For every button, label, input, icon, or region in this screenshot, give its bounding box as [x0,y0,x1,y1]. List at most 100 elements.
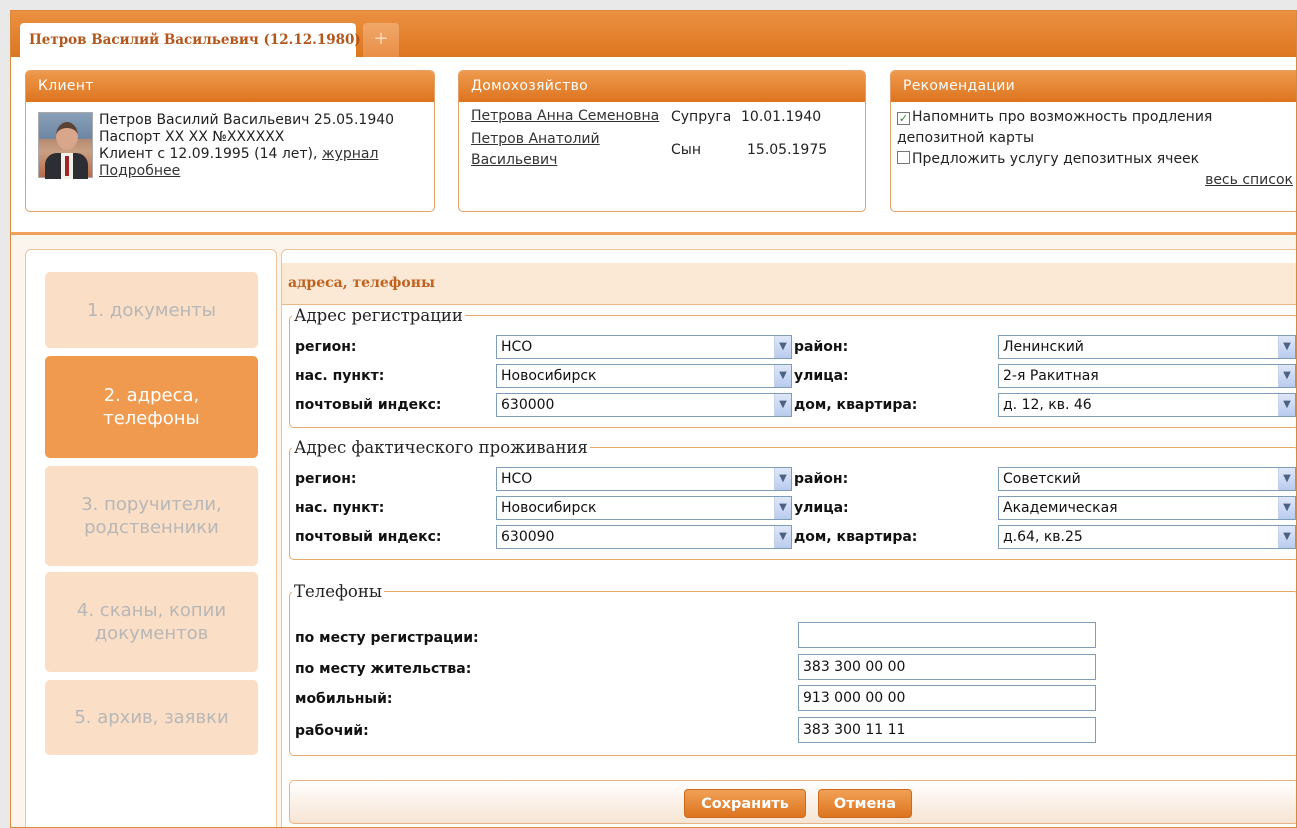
household-member-date: 10.01.1940 [741,108,822,125]
recommendation-item: ✓ Напомнить про возможность продления деп… [897,107,1293,149]
address-form: адреса, телефоны Адрес регистрации регио… [281,249,1296,827]
select-value: НСО [501,339,533,355]
registration-region-select[interactable]: НСО ▼ [496,335,792,359]
phone-mobile-input[interactable]: 913 000 00 00 [798,685,1096,711]
locality-label: нас. пункт: [295,500,385,516]
nav-step-addresses[interactable]: 2. адреса, телефоны [45,356,258,458]
section-title: адреса, телефоны [282,263,1296,305]
chevron-down-icon[interactable]: ▼ [774,365,791,387]
save-button[interactable]: Сохранить [684,789,806,818]
chevron-down-icon[interactable]: ▼ [1278,468,1295,490]
house-label: дом, квартира: [794,529,918,545]
chevron-down-icon[interactable]: ▼ [1278,526,1295,548]
chevron-down-icon[interactable]: ▼ [1278,497,1295,519]
select-value: Академическая [1003,500,1118,516]
step-navigation: 1. документы 2. адреса, телефоны 3. пору… [25,249,277,827]
client-panel: Клиент Петров Василий Васильевич 25.05.1… [25,70,435,212]
select-value: Ленинский [1003,339,1084,355]
household-member: Петров Анатолий Васильевич Сын 15.05.197… [459,129,865,171]
select-value: 2-я Ракитная [1003,368,1099,384]
chevron-down-icon[interactable]: ▼ [774,394,791,416]
chevron-down-icon[interactable]: ▼ [774,526,791,548]
household-member-date: 15.05.1975 [747,142,828,158]
recommendation-item: Предложить услугу депозитных ячеек [897,149,1293,170]
chevron-down-icon[interactable]: ▼ [1278,365,1295,387]
postcode-label: почтовый индекс: [295,529,442,545]
client-since: Клиент с 12.09.1995 (14 лет), [99,146,322,162]
phone-mobile-label: мобильный: [295,691,393,707]
select-value: НСО [501,471,533,487]
actual-postcode-select[interactable]: 630090 ▼ [496,525,792,549]
household-member-name-link[interactable]: Петрова Анна Семеновна [471,106,671,127]
registration-district-select[interactable]: Ленинский ▼ [998,335,1296,359]
chevron-down-icon[interactable]: ▼ [774,336,791,358]
region-label: регион: [295,471,357,487]
recommendation-checkbox[interactable] [897,151,910,164]
journal-link[interactable]: журнал [322,146,378,162]
actual-region-select[interactable]: НСО ▼ [496,467,792,491]
locality-label: нас. пункт: [295,368,385,384]
client-name-dob: Петров Василий Васильевич 25.05.1940 [99,112,395,128]
phone-registration-label: по месту регистрации: [295,630,479,646]
select-value: Новосибирск [501,500,597,516]
nav-step-scans[interactable]: 4. сканы, копии документов [45,572,258,672]
app-window: Петров Василий Васильевич (12.12.1980) ×… [10,10,1297,828]
phone-residence-label: по месту жительства: [295,661,472,677]
chevron-down-icon[interactable]: ▼ [774,468,791,490]
select-value: д.64, кв.25 [1003,529,1083,545]
select-value: д. 12, кв. 46 [1003,397,1092,413]
household-member-relation: Сын [671,142,701,158]
recommendations-panel: Рекомендации ✓ Напомнить про возможность … [890,70,1296,212]
nav-step-guarantors[interactable]: 3. поручители, родственники [45,466,258,566]
chevron-down-icon[interactable]: ▼ [774,497,791,519]
chevron-down-icon[interactable]: ▼ [1278,336,1295,358]
actual-street-select[interactable]: Академическая ▼ [998,496,1296,520]
street-label: улица: [794,500,849,516]
phones-legend: Телефоны [294,582,382,601]
household-panel-header: Домохозяйство [459,71,865,102]
select-value: 630000 [501,397,555,413]
household-panel: Домохозяйство Петрова Анна Семеновна Суп… [458,70,866,212]
phone-work-input[interactable]: 383 300 11 11 [798,717,1096,743]
registration-postcode-select[interactable]: 630000 ▼ [496,393,792,417]
registration-address-legend: Адрес регистрации [294,306,463,325]
client-passport: Паспорт XX XX №XXXXXX [99,129,285,145]
actual-house-select[interactable]: д.64, кв.25 ▼ [998,525,1296,549]
actual-district-select[interactable]: Советский ▼ [998,467,1296,491]
phone-residence-input[interactable]: 383 300 00 00 [798,654,1096,680]
chevron-down-icon[interactable]: ▼ [1278,394,1295,416]
street-label: улица: [794,368,849,384]
client-photo [38,112,93,179]
recommendations-panel-header: Рекомендации [891,71,1296,102]
all-recommendations-link[interactable]: весь список [897,170,1293,191]
registration-house-select[interactable]: д. 12, кв. 46 ▼ [998,393,1296,417]
phone-registration-input[interactable] [798,622,1096,648]
postcode-label: почтовый индекс: [295,397,442,413]
tab-bar: Петров Василий Васильевич (12.12.1980) ×… [11,11,1296,57]
client-summary-area: Клиент Петров Василий Васильевич 25.05.1… [11,57,1296,235]
client-details-link[interactable]: Подробнее [99,163,180,179]
district-label: район: [794,471,849,487]
registration-locality-select[interactable]: Новосибирск ▼ [496,364,792,388]
actual-address-legend: Адрес фактического проживания [294,438,588,457]
actual-locality-select[interactable]: Новосибирск ▼ [496,496,792,520]
client-panel-header: Клиент [26,71,434,102]
select-value: Новосибирск [501,368,597,384]
form-actions: Сохранить Отмена [289,780,1296,824]
nav-step-archive[interactable]: 5. архив, заявки [45,680,258,755]
nav-step-documents[interactable]: 1. документы [45,272,258,348]
recommendation-checkbox-checked[interactable]: ✓ [897,112,910,125]
tab-client[interactable]: Петров Василий Васильевич (12.12.1980) × [20,23,379,57]
tab-client-label: Петров Василий Васильевич (12.12.1980) [29,32,361,48]
registration-street-select[interactable]: 2-я Ракитная ▼ [998,364,1296,388]
house-label: дом, квартира: [794,397,918,413]
select-value: 630090 [501,529,555,545]
add-tab-button[interactable]: + [363,23,399,57]
household-member-relation: Супруга [671,108,732,125]
phone-work-label: рабочий: [295,723,369,739]
cancel-button[interactable]: Отмена [818,789,912,818]
recommendation-label: Напомнить про возможность продления депо… [897,109,1213,146]
household-member-name-link[interactable]: Петров Анатолий Васильевич [471,129,671,171]
recommendation-label: Предложить услугу депозитных ячеек [912,151,1200,167]
main-area: 1. документы 2. адреса, телефоны 3. пору… [11,235,1296,827]
